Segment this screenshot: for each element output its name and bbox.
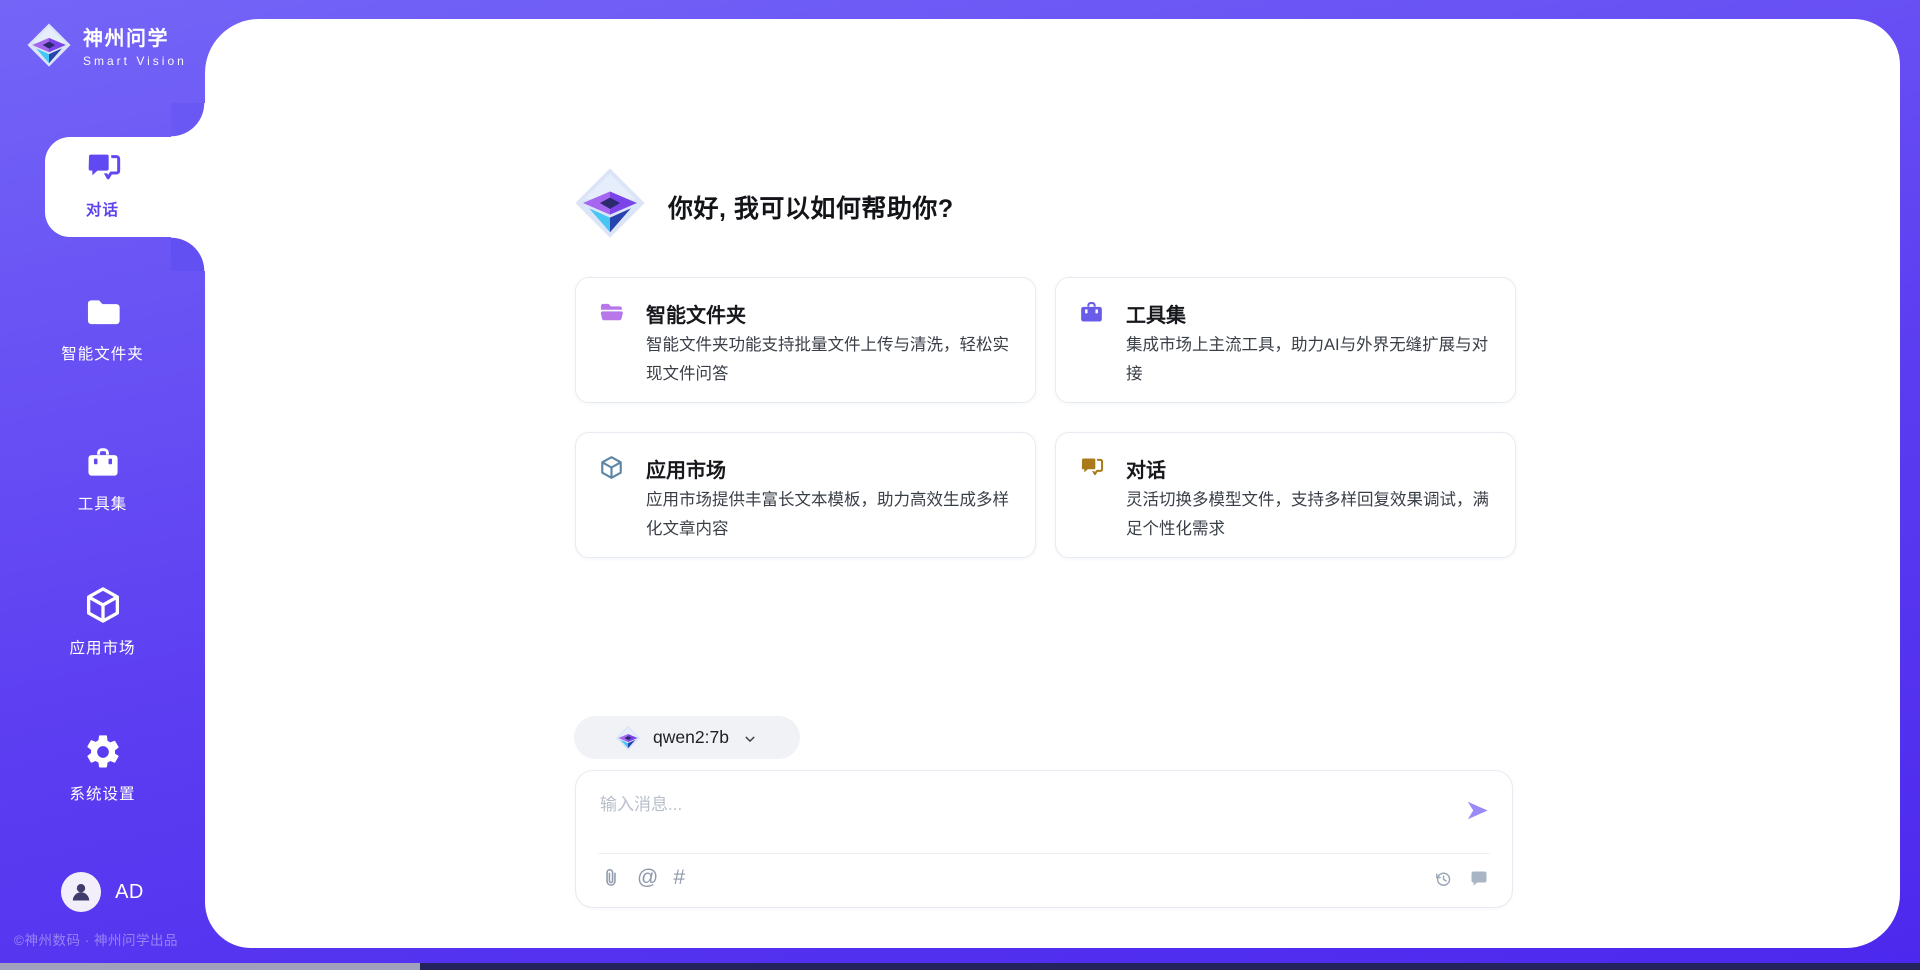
history-icon (1433, 869, 1453, 889)
sidebar-item-toolset[interactable]: 工具集 (0, 444, 205, 514)
main-content-area: 你好, 我可以如何帮助你? 智能文件夹 智能文件夹功能支持批量文件上传与清洗，轻… (205, 19, 1900, 948)
sidebar-item-chat[interactable]: 对话 (0, 148, 205, 220)
folder-icon (84, 294, 122, 332)
chat-icon (83, 148, 123, 188)
brand-name: 神州问学 (83, 22, 187, 51)
feature-cards-grid: 智能文件夹 智能文件夹功能支持批量文件上传与清洗，轻松实现文件问答 工具集 集成… (575, 277, 1516, 558)
feature-card-toolset[interactable]: 工具集 集成市场上主流工具，助力AI与外界无缝扩展与对接 (1055, 277, 1516, 403)
model-name: qwen2:7b (653, 727, 729, 748)
feature-card-chat[interactable]: 对话 灵活切换多模型文件，支持多样回复效果调试，满足个性化需求 (1055, 432, 1516, 558)
message-composer: @ # (575, 770, 1513, 908)
cube-icon (598, 454, 625, 481)
card-description: 灵活切换多模型文件，支持多样回复效果调试，满足个性化需求 (1126, 486, 1499, 544)
attach-icon (600, 867, 622, 889)
card-title: 对话 (1126, 454, 1166, 483)
sidebar-item-label: 系统设置 (69, 782, 135, 804)
feature-card-smart-folder[interactable]: 智能文件夹 智能文件夹功能支持批量文件上传与清洗，轻松实现文件问答 (575, 277, 1036, 403)
brand-diamond-icon (26, 22, 72, 68)
user-account[interactable]: AD (0, 872, 205, 912)
toolbox-icon (84, 444, 122, 482)
brand-tagline: Smart Vision (83, 54, 187, 68)
chat-log-button[interactable] (1469, 869, 1489, 889)
chevron-down-icon (741, 730, 759, 748)
cube-icon (82, 584, 124, 626)
send-icon (1464, 797, 1491, 824)
hash-button[interactable]: # (673, 867, 685, 889)
person-icon (69, 880, 93, 904)
attach-button[interactable] (600, 867, 622, 889)
chat-bubble-icon (1469, 869, 1489, 889)
gear-icon (83, 732, 123, 772)
chat-icon (1078, 454, 1105, 481)
card-title: 应用市场 (646, 454, 726, 483)
composer-tools-right (1433, 869, 1489, 889)
active-tab-fillet-bottom (171, 237, 205, 271)
sidebar-item-app-market[interactable]: 应用市场 (0, 584, 205, 658)
card-title: 智能文件夹 (646, 299, 746, 328)
card-description: 集成市场上主流工具，助力AI与外界无缝扩展与对接 (1126, 331, 1499, 389)
composer-divider (598, 853, 1490, 854)
model-diamond-icon (615, 725, 641, 751)
card-description: 智能文件夹功能支持批量文件上传与清洗，轻松实现文件问答 (646, 331, 1019, 389)
horizontal-scrollbar-track (0, 963, 1920, 970)
send-button[interactable] (1464, 797, 1491, 824)
horizontal-scrollbar-thumb[interactable] (0, 963, 420, 970)
brand-logo: 神州问学 Smart Vision (26, 22, 187, 68)
user-initials: AD (115, 881, 144, 904)
greeting-title: 你好, 我可以如何帮助你? (668, 189, 954, 225)
sidebar-item-label: 应用市场 (69, 636, 135, 658)
toolbox-icon (1078, 299, 1105, 326)
sidebar-item-settings[interactable]: 系统设置 (0, 732, 205, 804)
avatar (61, 872, 101, 912)
sidebar-item-smart-folder[interactable]: 智能文件夹 (0, 294, 205, 364)
copyright-text: ©神州数码 · 神州问学出品 (14, 929, 178, 949)
sidebar-item-label: 智能文件夹 (61, 342, 144, 364)
card-description: 应用市场提供丰富长文本模板，助力高效生成多样化文章内容 (646, 486, 1019, 544)
message-input[interactable] (600, 785, 1420, 825)
card-title: 工具集 (1126, 299, 1186, 328)
composer-tools-left: @ # (600, 867, 685, 889)
history-button[interactable] (1433, 869, 1453, 889)
greeting-diamond-icon (573, 166, 647, 240)
active-tab-fillet-top (171, 103, 205, 137)
sidebar-item-label: 对话 (86, 198, 119, 220)
mention-button[interactable]: @ (637, 867, 658, 889)
model-selector[interactable]: qwen2:7b (574, 716, 800, 759)
folder-icon (598, 299, 625, 326)
sidebar-item-label: 工具集 (78, 492, 128, 514)
feature-card-app-market[interactable]: 应用市场 应用市场提供丰富长文本模板，助力高效生成多样化文章内容 (575, 432, 1036, 558)
